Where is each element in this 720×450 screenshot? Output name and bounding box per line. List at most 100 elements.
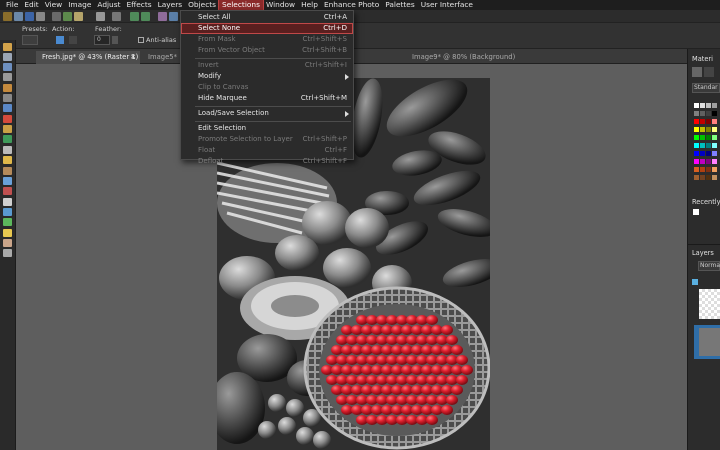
color-swatch[interactable] bbox=[700, 167, 705, 172]
color-swatch[interactable] bbox=[706, 159, 711, 164]
print-icon[interactable] bbox=[36, 12, 45, 21]
menu-item-modify[interactable]: Modify bbox=[181, 71, 353, 82]
menu-image[interactable]: Image bbox=[65, 0, 94, 10]
pen-tool-icon[interactable] bbox=[3, 229, 12, 237]
color-swatch[interactable] bbox=[706, 151, 711, 156]
pick-tool-icon[interactable] bbox=[3, 53, 12, 61]
redo-icon[interactable] bbox=[141, 12, 150, 21]
menu-effects[interactable]: Effects bbox=[124, 0, 155, 10]
presets-dropdown[interactable] bbox=[22, 35, 38, 45]
undo-icon[interactable] bbox=[130, 12, 139, 21]
color-swatch[interactable] bbox=[694, 127, 699, 132]
color-swatch[interactable] bbox=[700, 151, 705, 156]
smudge-tool-icon[interactable] bbox=[3, 167, 12, 175]
layer-visibility-icon[interactable] bbox=[692, 279, 698, 285]
menu-objects[interactable]: Objects bbox=[185, 0, 219, 10]
shape-tool-icon[interactable] bbox=[3, 218, 12, 226]
menu-item-select-none[interactable]: Select None Ctrl+D bbox=[181, 23, 353, 34]
makeover-tool-icon[interactable] bbox=[3, 125, 12, 133]
blend-mode-dropdown[interactable]: Norma bbox=[698, 261, 720, 271]
dropper-tool-icon[interactable] bbox=[3, 73, 12, 81]
color-swatch[interactable] bbox=[706, 143, 711, 148]
color-swatch[interactable] bbox=[700, 103, 705, 108]
selection-tool-icon[interactable] bbox=[3, 63, 12, 71]
action-replace-icon[interactable] bbox=[56, 36, 64, 44]
lighten-tool-icon[interactable] bbox=[3, 177, 12, 185]
rotate-icon[interactable] bbox=[112, 12, 121, 21]
color-swatch[interactable] bbox=[694, 159, 699, 164]
color-swatch[interactable] bbox=[706, 119, 711, 124]
close-tab-icon[interactable]: ✕ bbox=[130, 51, 136, 64]
straighten-tool-icon[interactable] bbox=[3, 94, 12, 102]
color-swatch[interactable] bbox=[694, 143, 699, 148]
action-add-icon[interactable] bbox=[69, 36, 77, 44]
feather-stepper[interactable] bbox=[112, 36, 118, 44]
color-swatch[interactable] bbox=[712, 135, 717, 140]
open-icon[interactable] bbox=[14, 12, 23, 21]
color-swatch[interactable] bbox=[694, 119, 699, 124]
color-swatch[interactable] bbox=[694, 135, 699, 140]
paint-brush-tool-icon[interactable] bbox=[3, 156, 12, 164]
swatches-tab-icon[interactable] bbox=[704, 67, 714, 77]
paste-icon[interactable] bbox=[74, 12, 83, 21]
color-swatch[interactable] bbox=[712, 159, 717, 164]
zoom-icon[interactable] bbox=[96, 12, 105, 21]
picture-tube-tool-icon[interactable] bbox=[3, 208, 12, 216]
color-swatch[interactable] bbox=[712, 175, 717, 180]
document-tab-4[interactable]: Image9* @ 80% (Background) bbox=[406, 51, 576, 64]
feather-input[interactable]: 0 bbox=[94, 35, 110, 45]
color-swatch[interactable] bbox=[712, 167, 717, 172]
menu-enhance-photo[interactable]: Enhance Photo bbox=[321, 0, 382, 10]
menu-layers[interactable]: Layers bbox=[155, 0, 185, 10]
color-swatch[interactable] bbox=[706, 175, 711, 180]
menu-selections[interactable]: Selections bbox=[218, 0, 264, 11]
cut-icon[interactable] bbox=[52, 12, 61, 21]
menu-item-select-all[interactable]: Select All Ctrl+A bbox=[181, 12, 353, 23]
color-swatch[interactable] bbox=[694, 103, 699, 108]
color-swatch[interactable] bbox=[700, 159, 705, 164]
menu-view[interactable]: View bbox=[42, 0, 66, 10]
menu-adjust[interactable]: Adjust bbox=[94, 0, 123, 10]
color-swatch[interactable] bbox=[700, 119, 705, 124]
warp-brush-tool-icon[interactable] bbox=[3, 239, 12, 247]
menu-help[interactable]: Help bbox=[298, 0, 321, 10]
layer-thumbnail-transparent[interactable] bbox=[699, 289, 720, 319]
menu-item-hide-marquee[interactable]: Hide Marquee Ctrl+Shift+M bbox=[181, 93, 353, 104]
new-file-icon[interactable] bbox=[3, 12, 12, 21]
scratch-remover-tool-icon[interactable] bbox=[3, 146, 12, 154]
text-tool-icon[interactable] bbox=[3, 104, 12, 112]
clone-tool-icon[interactable] bbox=[3, 135, 12, 143]
color-swatch[interactable] bbox=[694, 151, 699, 156]
color-swatch[interactable] bbox=[712, 143, 717, 148]
crop-tool-icon[interactable] bbox=[3, 84, 12, 92]
color-swatch[interactable] bbox=[700, 127, 705, 132]
menu-user-interface[interactable]: User Interface bbox=[418, 0, 476, 10]
color-swatch[interactable] bbox=[712, 111, 717, 116]
menu-window[interactable]: Window bbox=[263, 0, 298, 10]
recent-color-swatch[interactable] bbox=[693, 209, 699, 215]
color-swatch[interactable] bbox=[712, 151, 717, 156]
menu-file[interactable]: File bbox=[3, 0, 21, 10]
menu-item-edit-selection[interactable]: Edit Selection bbox=[181, 123, 353, 134]
palette-icon[interactable] bbox=[169, 12, 178, 21]
menu-palettes[interactable]: Palettes bbox=[382, 0, 417, 10]
color-swatch[interactable] bbox=[694, 111, 699, 116]
fill-tool-icon[interactable] bbox=[3, 198, 12, 206]
color-swatch[interactable] bbox=[712, 119, 717, 124]
more-tools-icon[interactable] bbox=[3, 249, 12, 257]
menu-edit[interactable]: Edit bbox=[21, 0, 41, 10]
eraser-tool-icon[interactable] bbox=[3, 187, 12, 195]
materials-tab-icon[interactable] bbox=[692, 67, 702, 77]
layer-thumbnail-photo[interactable] bbox=[699, 328, 720, 356]
color-swatch[interactable] bbox=[700, 175, 705, 180]
history-icon[interactable] bbox=[158, 12, 167, 21]
antialias-checkbox[interactable] bbox=[138, 37, 144, 43]
color-swatch[interactable] bbox=[706, 167, 711, 172]
color-swatch[interactable] bbox=[694, 175, 699, 180]
document-tab-1[interactable]: Fresh.jpg* @ 43% (Raster 1) ✕ bbox=[36, 51, 140, 64]
color-swatch[interactable] bbox=[712, 127, 717, 132]
color-swatch[interactable] bbox=[712, 103, 717, 108]
color-swatch[interactable] bbox=[700, 111, 705, 116]
color-swatch[interactable] bbox=[700, 143, 705, 148]
copy-icon[interactable] bbox=[63, 12, 72, 21]
